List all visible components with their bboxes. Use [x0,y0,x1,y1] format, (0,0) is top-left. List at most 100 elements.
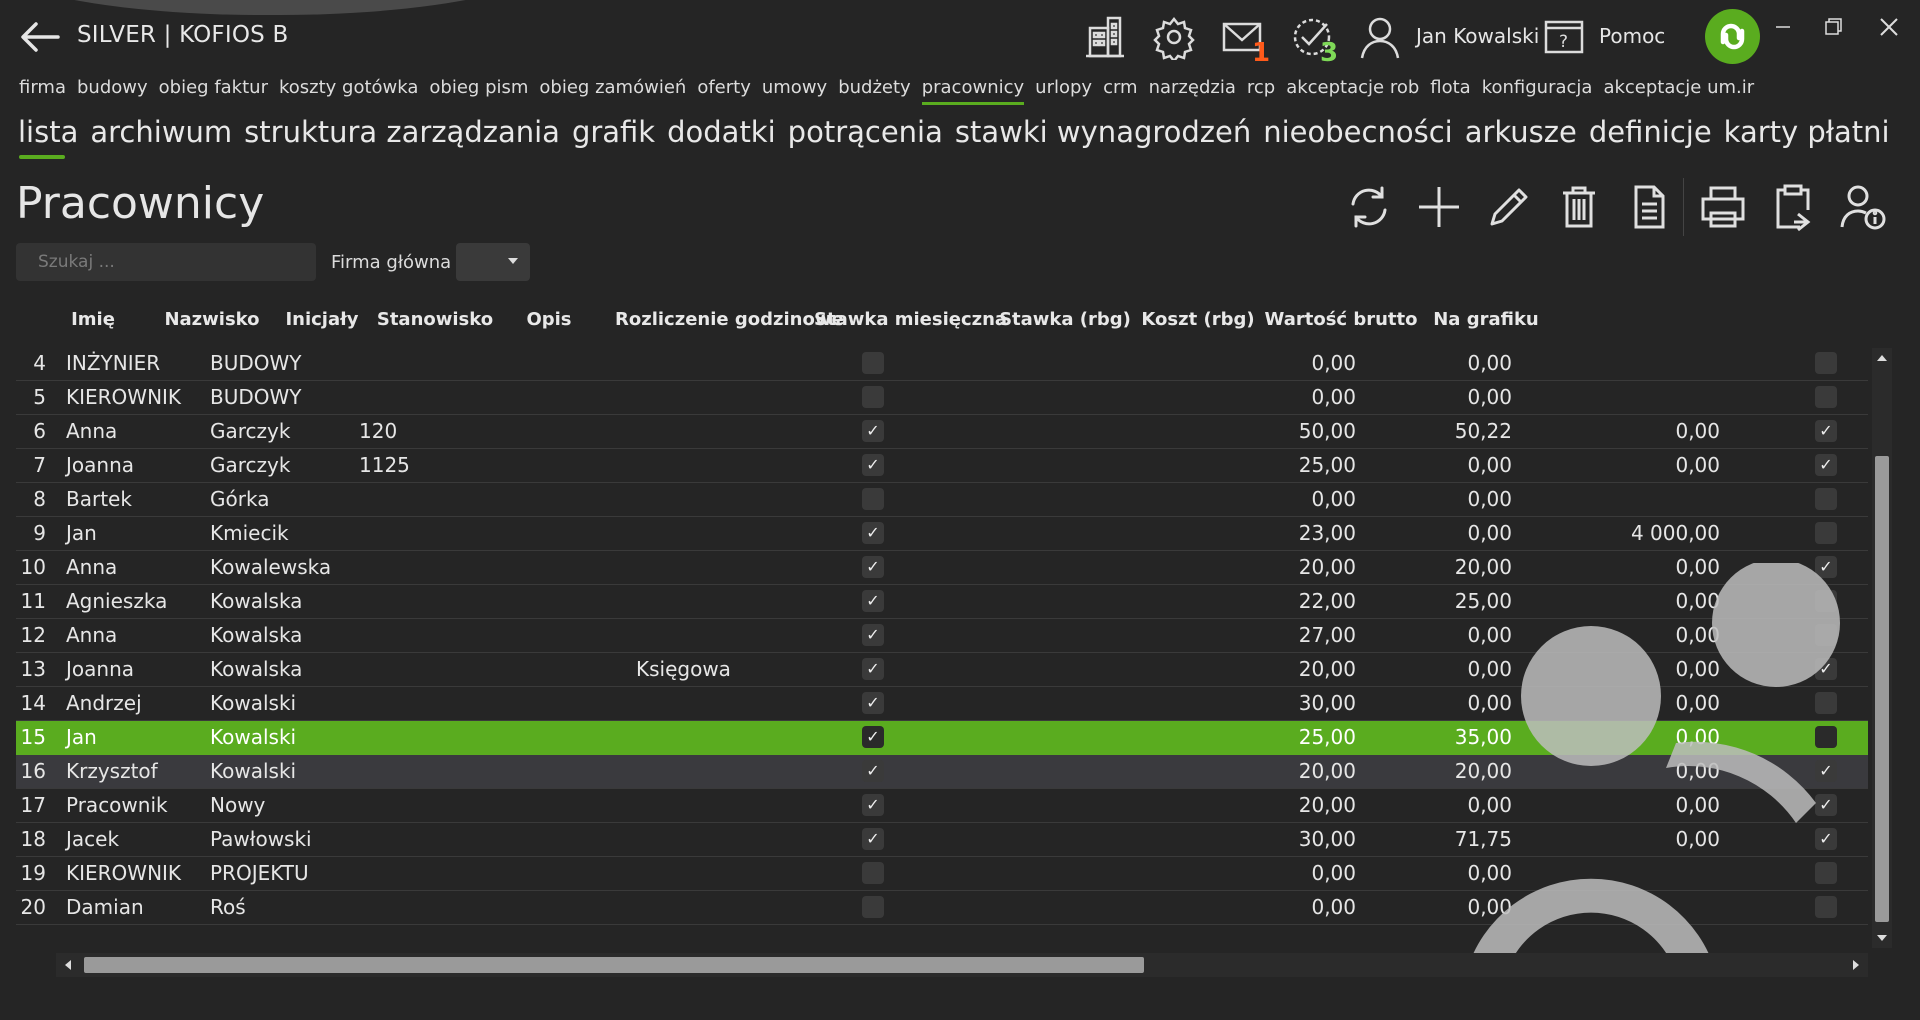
on-schedule-checkbox[interactable] [1815,386,1837,408]
sub-nav-item[interactable]: grafik [572,115,655,159]
on-schedule-checkbox[interactable]: ✓ [1815,760,1837,782]
column-header[interactable]: Opis [459,309,639,330]
scroll-left-icon[interactable] [65,960,71,970]
hourly-billing-checkbox[interactable]: ✓ [862,420,884,442]
table-row[interactable]: 8 Bartek Górka 0,00 0,00 [16,483,1868,517]
vertical-scrollbar[interactable] [1872,348,1892,948]
restore-window-icon[interactable] [1817,12,1851,42]
hourly-billing-checkbox[interactable] [862,352,884,374]
hourly-billing-checkbox[interactable]: ✓ [862,522,884,544]
main-nav-item[interactable]: obieg zamówień [539,77,686,105]
sub-nav-item[interactable]: lista [18,115,78,159]
user-avatar-icon[interactable] [1358,14,1404,60]
table-row[interactable]: 14 Andrzej Kowalski 30,00 0,00 0,00 ✓ [16,687,1868,721]
hourly-billing-checkbox[interactable] [862,488,884,510]
hourly-billing-checkbox[interactable] [862,386,884,408]
hourly-billing-checkbox[interactable] [862,862,884,884]
scroll-down-icon[interactable] [1877,935,1887,941]
main-nav-item[interactable]: konfiguracja [1482,77,1593,105]
user-name[interactable]: Jan Kowalski [1416,24,1539,48]
main-nav-item[interactable]: rcp [1247,77,1275,105]
table-row[interactable]: 15 Jan Kowalski 25,00 35,00 0,00 ✓ [16,721,1868,755]
main-nav-item[interactable]: crm [1103,77,1138,105]
horizontal-scroll-thumb[interactable] [84,957,1144,973]
on-schedule-checkbox[interactable] [1815,692,1837,714]
table-row[interactable]: 5 KIEROWNIK BUDOWY 0,00 0,00 [16,381,1868,415]
main-nav-item[interactable]: akceptacje rob [1286,77,1419,105]
main-nav-item[interactable]: firma [19,77,66,105]
sub-nav-item[interactable]: stawki wynagrodzeń [955,115,1251,159]
main-nav-item[interactable]: flota [1430,77,1470,105]
table-row[interactable]: 13 Joanna Kowalska Księgowa 20,00 0,00 0,00 ✓ ✓ [16,653,1868,687]
refresh-icon[interactable] [1344,182,1394,232]
on-schedule-checkbox[interactable]: ✓ [1815,658,1837,680]
on-schedule-checkbox[interactable]: ✓ [1815,828,1837,850]
on-schedule-checkbox[interactable] [1815,896,1837,918]
hourly-billing-checkbox[interactable]: ✓ [862,692,884,714]
main-nav-item[interactable]: narzędzia [1149,77,1236,105]
table-row[interactable]: 12 Anna Kowalska 27,00 0,00 0,00 ✓ [16,619,1868,653]
company-building-icon[interactable] [1082,14,1128,60]
hourly-billing-checkbox[interactable]: ✓ [862,726,884,748]
horizontal-scrollbar[interactable] [56,953,1868,977]
hourly-billing-checkbox[interactable]: ✓ [862,556,884,578]
table-row[interactable]: 7 Joanna Garczyk 1125 25,00 0,00 0,00 ✓ ✓ [16,449,1868,483]
search-input[interactable] [16,243,316,281]
table-row[interactable]: 6 Anna Garczyk 120 50,00 50,22 0,00 ✓ ✓ [16,415,1868,449]
vertical-scroll-thumb[interactable] [1875,456,1889,922]
main-nav-item[interactable]: oferty [697,77,751,105]
sub-nav-item[interactable]: nieobecności [1263,115,1452,159]
scroll-right-icon[interactable] [1853,960,1859,970]
company-filter-select[interactable] [456,243,530,281]
back-arrow-icon[interactable] [18,18,62,56]
main-nav-item[interactable]: umowy [762,77,827,105]
sub-nav-item[interactable]: potrącenia [788,115,943,159]
on-schedule-checkbox[interactable] [1815,488,1837,510]
sub-nav-item[interactable]: definicje [1589,115,1712,159]
hourly-billing-checkbox[interactable] [862,896,884,918]
column-header[interactable]: Stawka miesięczna [814,309,1007,330]
hourly-billing-checkbox[interactable]: ✓ [862,760,884,782]
column-header[interactable]: Na grafiku [1396,309,1576,330]
table-row[interactable]: 19 KIEROWNIK PROJEKTU 0,00 0,00 [16,857,1868,891]
hourly-billing-checkbox[interactable]: ✓ [862,658,884,680]
table-row[interactable]: 18 Jacek Pawłowski 30,00 71,75 0,00 ✓ ✓ [16,823,1868,857]
scroll-up-icon[interactable] [1877,355,1887,361]
settings-gear-icon[interactable] [1151,14,1197,64]
main-nav-item[interactable]: urlopy [1035,77,1092,105]
table-row[interactable]: 9 Jan Kmiecik 23,00 0,00 4 000,00 ✓ [16,517,1868,551]
on-schedule-checkbox[interactable]: ✓ [1815,556,1837,578]
table-row[interactable]: 4 INŻYNIER BUDOWY 0,00 0,00 [16,347,1868,381]
hourly-billing-checkbox[interactable]: ✓ [862,590,884,612]
main-nav-item[interactable]: obieg pism [429,77,528,105]
delete-icon[interactable] [1554,182,1604,232]
sub-nav-item[interactable]: struktura zarządzania [244,115,560,159]
main-nav-item[interactable]: obieg faktur [159,77,268,105]
close-window-icon[interactable] [1872,12,1906,42]
help-label[interactable]: Pomoc [1599,24,1665,48]
on-schedule-checkbox[interactable] [1815,862,1837,884]
table-row[interactable]: 20 Damian Roś 0,00 0,00 [16,891,1868,925]
on-schedule-checkbox[interactable] [1815,726,1837,748]
main-nav-item[interactable]: akceptacje um.ir [1603,77,1754,105]
help-icon[interactable]: ? [1542,14,1588,60]
on-schedule-checkbox[interactable]: ✓ [1815,420,1837,442]
main-nav-item[interactable]: pracownicy [921,77,1025,105]
hourly-billing-checkbox[interactable]: ✓ [862,454,884,476]
document-icon[interactable] [1624,182,1674,232]
on-schedule-checkbox[interactable]: ✓ [1815,794,1837,816]
edit-icon[interactable] [1484,182,1534,232]
sub-nav-item[interactable]: dodatki [667,115,776,159]
print-icon[interactable] [1698,182,1748,232]
clipboard-export-icon[interactable] [1768,182,1818,232]
user-info-icon[interactable] [1838,182,1888,232]
on-schedule-checkbox[interactable] [1815,522,1837,544]
main-nav-item[interactable]: budowy [77,77,148,105]
sub-nav-item[interactable]: archiwum [90,115,232,159]
table-row[interactable]: 10 Anna Kowalewska 20,00 20,00 0,00 ✓ ✓ [16,551,1868,585]
main-nav-item[interactable]: koszty gotówka [279,77,418,105]
column-header[interactable]: Rozliczenie godzinowe [615,309,844,330]
main-nav-item[interactable]: budżety [838,77,911,105]
hourly-billing-checkbox[interactable]: ✓ [862,828,884,850]
on-schedule-checkbox[interactable]: ✓ [1815,454,1837,476]
